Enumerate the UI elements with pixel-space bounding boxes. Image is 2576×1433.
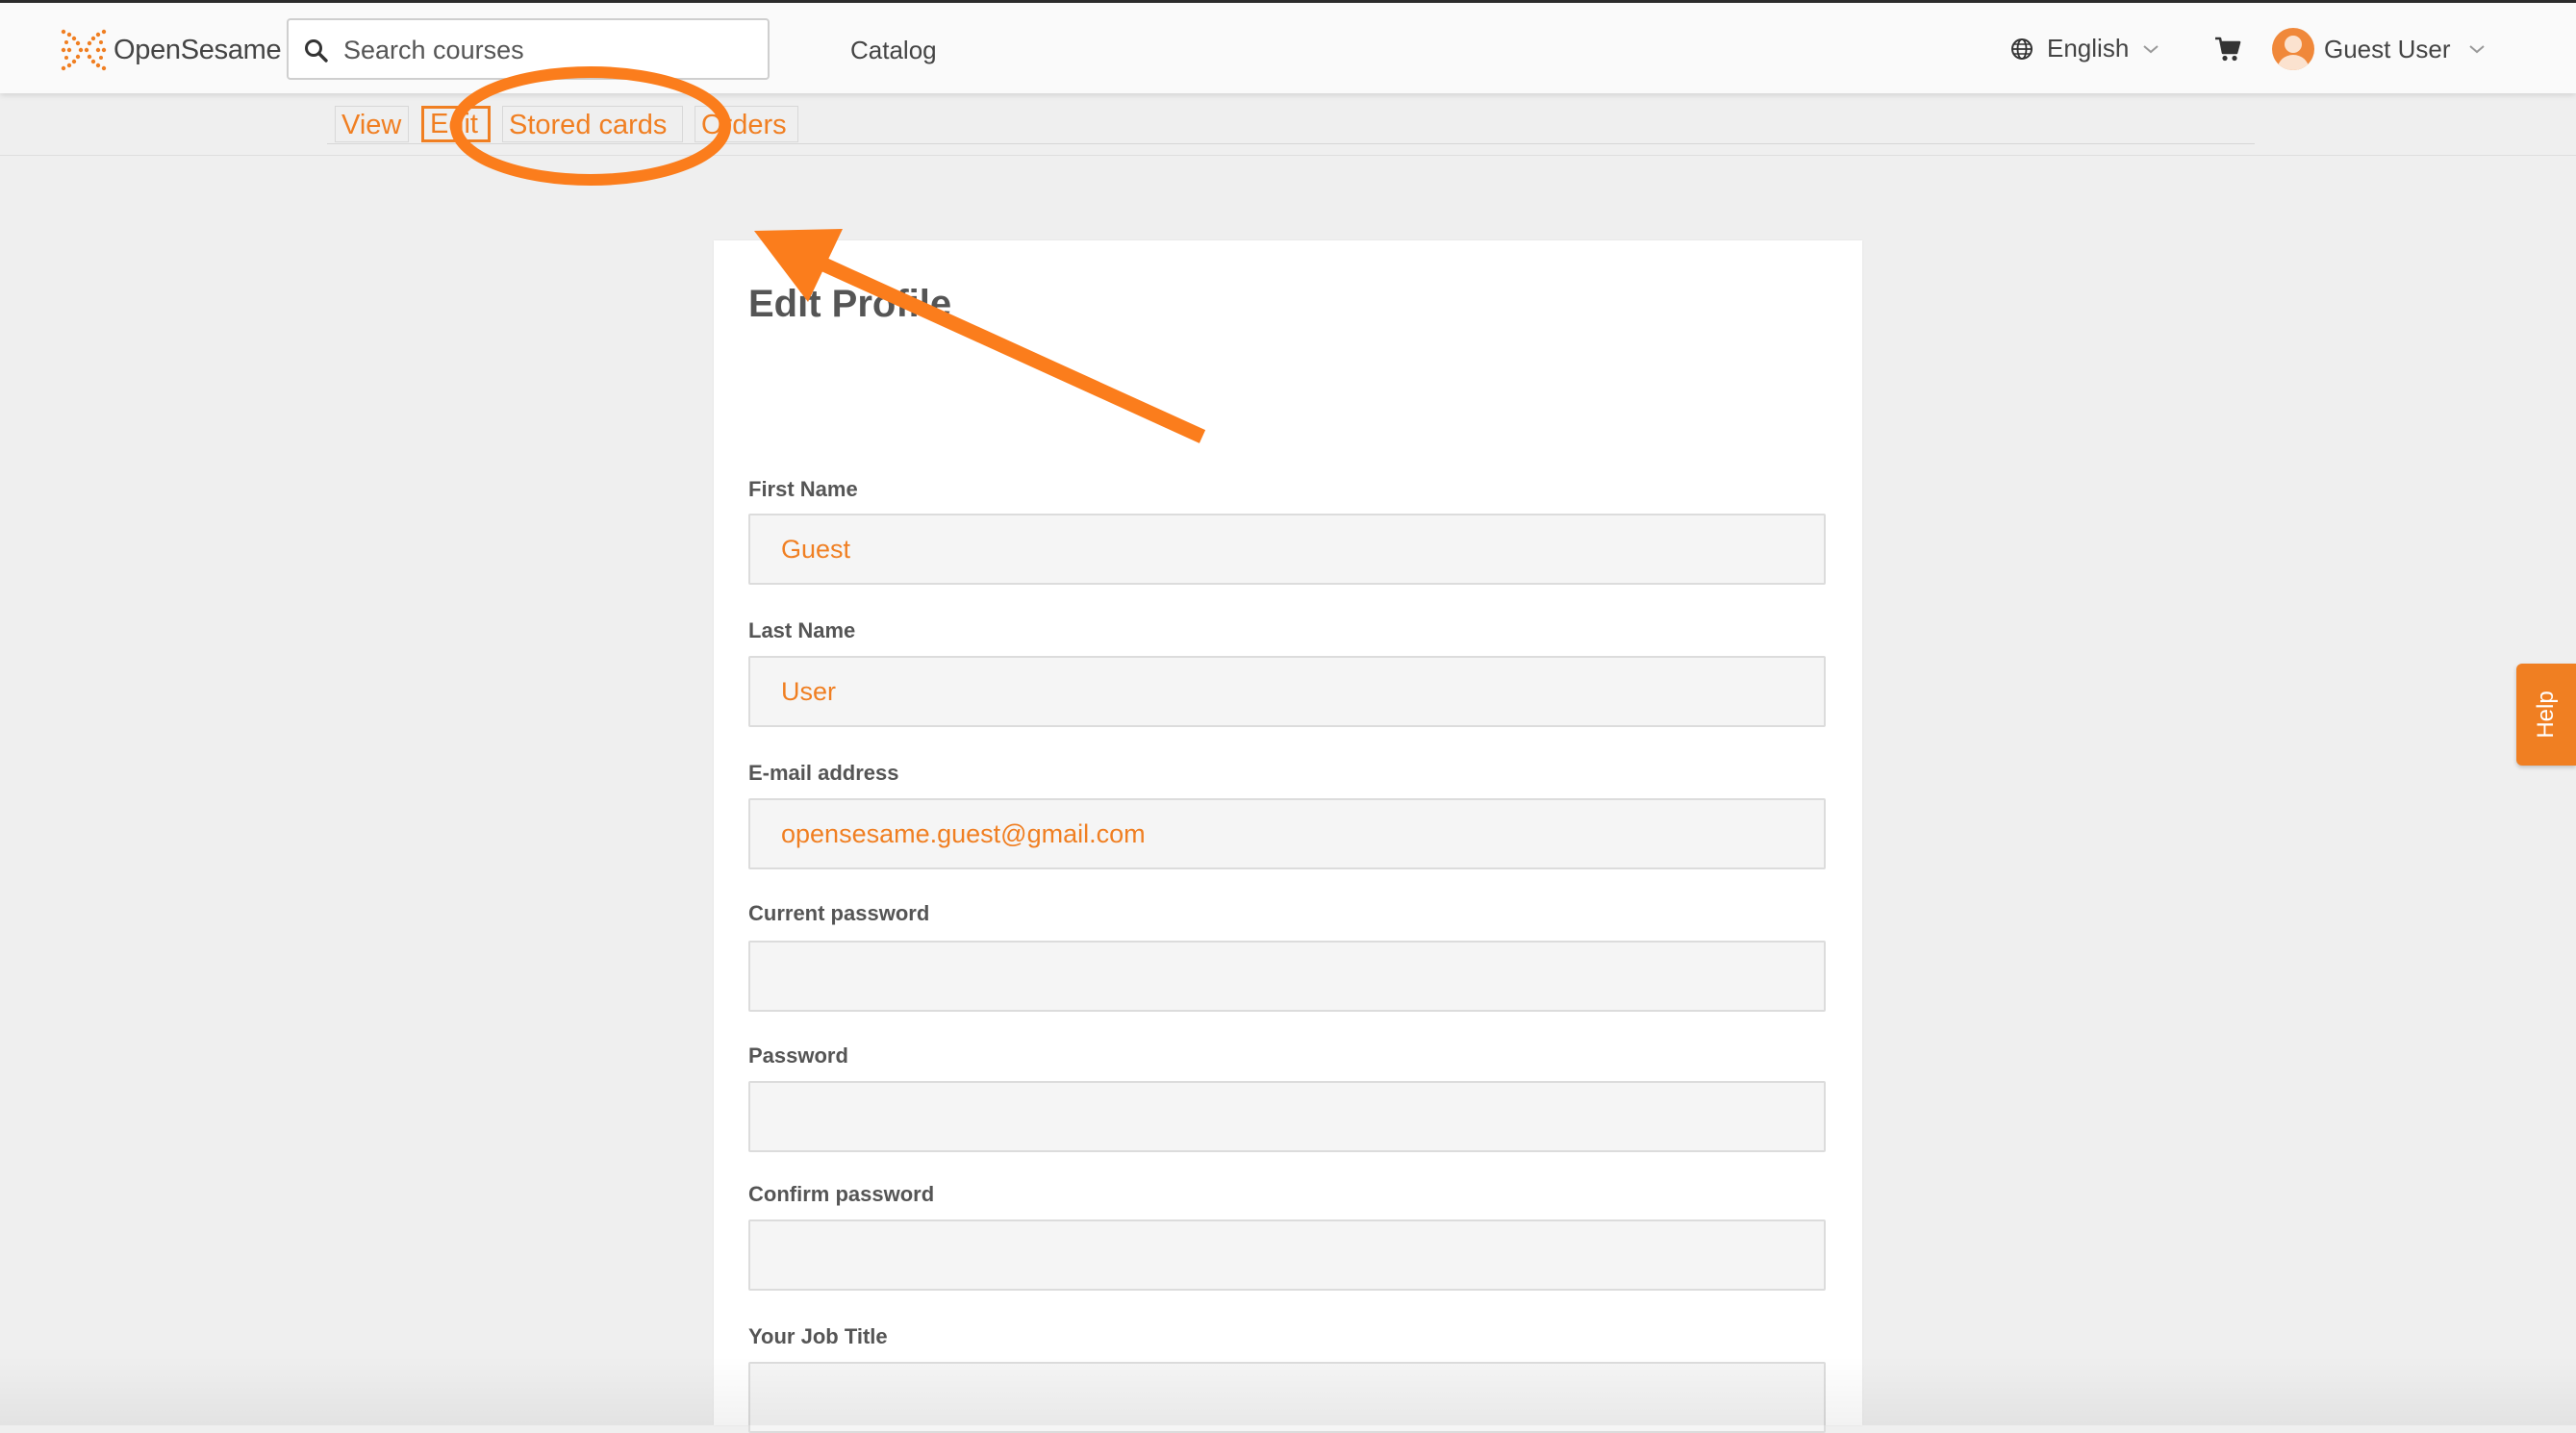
opensesame-logo[interactable]: OpenSesame xyxy=(60,24,282,76)
password-label: Password xyxy=(748,1043,848,1068)
tab-edit[interactable]: Edit xyxy=(421,106,491,142)
email-field[interactable] xyxy=(748,798,1826,869)
first-name-label: First Name xyxy=(748,477,858,501)
current-password-label: Current password xyxy=(748,901,930,925)
cart-icon xyxy=(2215,37,2241,62)
last-name-field[interactable] xyxy=(748,656,1826,727)
globe-icon xyxy=(2011,38,2033,60)
confirm-password-label: Confirm password xyxy=(748,1182,935,1206)
tabs-underline xyxy=(327,143,2255,144)
tab-view[interactable]: View xyxy=(335,106,409,142)
current-password-field[interactable] xyxy=(748,941,1826,1012)
email-label: E-mail address xyxy=(748,761,899,785)
job-title-label: Your Job Title xyxy=(748,1324,888,1348)
avatar-icon xyxy=(2272,28,2314,70)
tabs-divider xyxy=(0,155,2576,156)
user-name: Guest User xyxy=(2324,34,2451,63)
search-input[interactable] xyxy=(341,20,749,80)
opensesame-logo-icon xyxy=(61,29,107,71)
search-box[interactable] xyxy=(287,18,770,80)
confirm-password-field[interactable] xyxy=(748,1219,1826,1291)
top-navigation-bar: OpenSesame Catalog English xyxy=(0,0,2576,93)
chevron-down-icon xyxy=(2143,44,2159,53)
logo-text: OpenSesame xyxy=(114,34,282,65)
chevron-down-icon xyxy=(2468,45,2485,54)
search-icon xyxy=(305,39,328,63)
tab-stored-cards[interactable]: Stored cards xyxy=(502,106,683,142)
bottom-shadow xyxy=(0,1356,2576,1425)
language-selector[interactable]: English xyxy=(2010,34,2159,63)
tab-orders[interactable]: Orders xyxy=(695,106,798,142)
language-label: English xyxy=(2047,34,2130,63)
help-label: Help xyxy=(2533,691,2559,739)
first-name-field[interactable] xyxy=(748,514,1826,585)
page-title: Edit Profile xyxy=(748,283,952,325)
help-button[interactable]: Help xyxy=(2516,664,2576,766)
password-field[interactable] xyxy=(748,1081,1826,1152)
last-name-label: Last Name xyxy=(748,618,856,642)
cart-button[interactable] xyxy=(2214,36,2241,67)
user-menu[interactable]: Guest User xyxy=(2272,28,2486,70)
edit-profile-card: Edit Profile First Name Last Name E-mail… xyxy=(714,240,1862,1433)
nav-catalog-link[interactable]: Catalog xyxy=(850,36,937,65)
